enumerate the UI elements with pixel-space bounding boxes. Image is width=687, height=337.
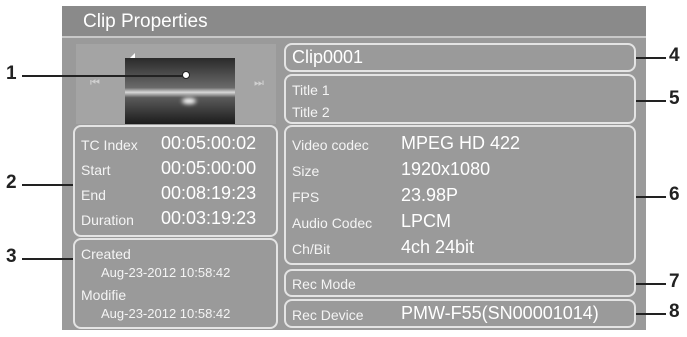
skip-next-icon[interactable]: ⏭ [254,77,264,90]
rec-device-box: Rec Device PMW-F55(SN00001014) [284,299,636,328]
callout-3: 3 [6,246,17,267]
ch-bit-label: Ch/Bit [292,241,331,257]
callout-2: 2 [6,172,17,193]
created-label: Created [81,246,131,262]
callout-1: 1 [6,63,17,84]
video-codec-label: Video codec [292,137,369,153]
callout-8-line [636,313,666,315]
fps-label: FPS [292,189,320,205]
duration-label: Duration [81,212,134,228]
clip-properties-screen: Clip Properties ⏮ ⏭ TC Index 00:05:00:02… [62,6,646,330]
date-panel: Created Aug-23-2012 10:58:42 Modifie Aug… [73,238,278,329]
title-box: Title 1 Title 2 [284,74,636,124]
end-label: End [81,187,106,203]
callout-1-line [22,75,184,77]
window-title: Clip Properties [83,11,208,32]
modified-value: Aug-23-2012 10:58:42 [101,306,231,321]
rec-mode-box: Rec Mode [284,269,636,297]
callout-4-line [636,57,666,59]
timecode-panel: TC Index 00:05:00:02 Start 00:05:00:00 E… [73,125,278,237]
sun-highlight [182,98,196,104]
title-2: Title 2 [292,104,330,120]
fps-value: 23.98P [401,185,459,205]
callout-2-line [22,184,73,186]
clip-name-box: Clip0001 [284,43,636,72]
spec-panel: Video codec MPEG HD 422 Size 1920x1080 F… [284,125,636,265]
clip-name: Clip0001 [292,47,364,67]
skip-previous-icon[interactable]: ⏮ [90,77,100,90]
ch-bit-value: 4ch 24bit [401,237,475,257]
callout-8: 8 [669,301,680,322]
modified-label: Modifie [81,287,127,303]
callout-5: 5 [669,88,680,109]
callout-3-line [22,258,73,260]
callout-6: 6 [669,184,680,205]
tc-index-label: TC Index [81,137,138,153]
size-label: Size [292,163,320,179]
end-value: 00:08:19:23 [161,183,257,203]
rec-device-value: PMW-F55(SN00001014) [401,303,599,323]
start-label: Start [81,162,111,178]
created-value: Aug-23-2012 10:58:42 [101,265,231,280]
callout-6-line [636,196,666,198]
video-codec-value: MPEG HD 422 [401,133,521,153]
audio-codec-label: Audio Codec [292,215,373,231]
callout-1-dot [182,71,190,79]
clip-thumbnail [125,58,235,124]
duration-value: 00:03:19:23 [161,208,257,228]
callout-7: 7 [669,271,680,292]
size-value: 1920x1080 [401,159,491,179]
rec-mode-label: Rec Mode [292,276,356,292]
start-value: 00:05:00:00 [161,158,257,178]
tc-index-value: 00:05:00:02 [161,133,257,153]
audio-codec-value: LPCM [401,211,452,231]
title-1: Title 1 [292,82,330,98]
callout-5-line [636,100,666,102]
callout-7-line [636,283,666,285]
callout-4: 4 [669,45,680,66]
title-bar: Clip Properties [62,6,646,38]
rec-device-label: Rec Device [292,307,364,323]
